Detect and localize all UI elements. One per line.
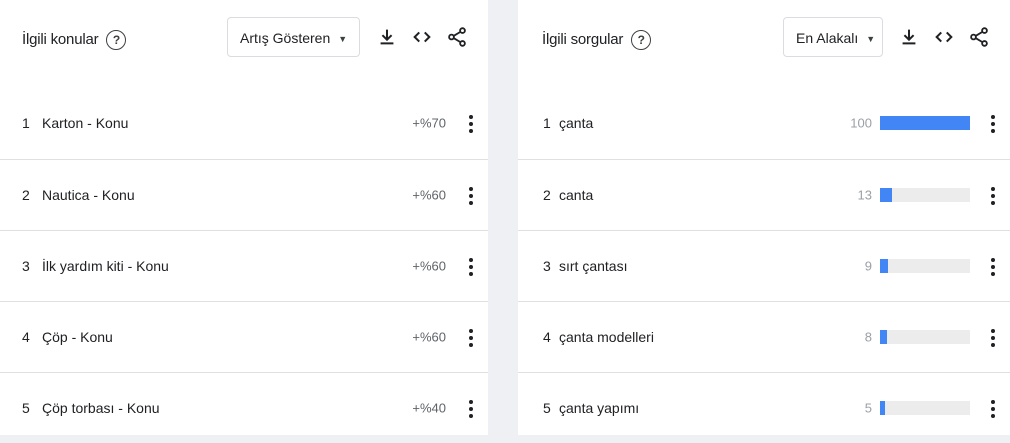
- related-topics-title-text: İlgili konular: [22, 30, 99, 48]
- list-item[interactable]: 5 çanta yapımı 5: [518, 372, 1010, 443]
- item-label[interactable]: Nautica - Konu: [42, 187, 135, 203]
- item-value: 100: [850, 115, 872, 131]
- related-topics-panel: İlgili konular? Artış Gösteren ▼ 1 Karton…: [0, 0, 488, 435]
- item-value: 5: [864, 400, 872, 416]
- item-label[interactable]: Çöp - Konu: [42, 329, 113, 345]
- embed-icon[interactable]: [933, 26, 955, 48]
- related-queries-header: İlgili sorgular? En Alakalı ▼: [518, 0, 1010, 84]
- list-item[interactable]: 5 Çöp torbası - Konu +%40: [0, 372, 488, 443]
- list-item[interactable]: 3 sırt çantası 9: [518, 230, 1010, 301]
- more-vert-icon[interactable]: [468, 113, 474, 133]
- bar-track: [880, 330, 970, 344]
- more-vert-icon[interactable]: [990, 113, 996, 133]
- help-icon[interactable]: ?: [106, 30, 127, 50]
- item-value: 13: [857, 187, 872, 203]
- item-value: 8: [864, 329, 872, 345]
- share-icon[interactable]: [446, 26, 468, 48]
- related-queries-title: İlgili sorgular?: [542, 30, 652, 50]
- bar-fill: [880, 116, 970, 130]
- more-vert-icon[interactable]: [990, 256, 996, 276]
- more-vert-icon[interactable]: [990, 398, 996, 418]
- topics-filter-dropdown[interactable]: Artış Gösteren ▼: [227, 17, 360, 57]
- item-rank: 4: [543, 329, 551, 345]
- item-label[interactable]: çanta modelleri: [559, 329, 654, 345]
- queries-filter-label: En Alakalı: [796, 30, 859, 46]
- related-queries-panel: İlgili sorgular? En Alakalı ▼ 1 çanta 100…: [518, 0, 1010, 435]
- list-item[interactable]: 2 Nautica - Konu +%60: [0, 159, 488, 230]
- item-rank: 1: [22, 115, 30, 131]
- more-vert-icon[interactable]: [990, 185, 996, 205]
- item-rank: 2: [22, 187, 30, 203]
- list-item[interactable]: 3 İlk yardım kiti - Konu +%60: [0, 230, 488, 301]
- item-rank: 1: [543, 115, 551, 131]
- bar-fill: [880, 330, 888, 344]
- more-vert-icon[interactable]: [468, 256, 474, 276]
- bar-track: [880, 188, 970, 202]
- item-rank: 4: [22, 329, 30, 345]
- list-item[interactable]: 4 çanta modelleri 8: [518, 301, 1010, 372]
- bar-track: [880, 401, 970, 415]
- help-icon[interactable]: ?: [631, 30, 652, 50]
- item-value: +%60: [412, 329, 446, 345]
- download-icon[interactable]: [376, 26, 398, 48]
- bar-track: [880, 116, 970, 130]
- item-label[interactable]: İlk yardım kiti - Konu: [42, 258, 169, 274]
- item-label[interactable]: canta: [559, 187, 593, 203]
- item-value: +%40: [412, 400, 446, 416]
- list-item[interactable]: 1 Karton - Konu +%70: [0, 88, 488, 158]
- item-label[interactable]: sırt çantası: [559, 258, 627, 274]
- embed-icon[interactable]: [411, 26, 433, 48]
- list-item[interactable]: 4 Çöp - Konu +%60: [0, 301, 488, 372]
- list-item[interactable]: 2 canta 13: [518, 159, 1010, 230]
- item-rank: 5: [22, 400, 30, 416]
- more-vert-icon[interactable]: [468, 327, 474, 347]
- bar-track: [880, 259, 970, 273]
- item-value: +%60: [412, 187, 446, 203]
- item-rank: 2: [543, 187, 551, 203]
- item-label[interactable]: çanta: [559, 115, 593, 131]
- share-icon[interactable]: [968, 26, 990, 48]
- queries-filter-dropdown[interactable]: En Alakalı ▼: [783, 17, 883, 57]
- more-vert-icon[interactable]: [990, 327, 996, 347]
- dropdown-caret-icon: ▼: [338, 34, 348, 45]
- item-rank: 3: [543, 258, 551, 274]
- item-rank: 5: [543, 400, 551, 416]
- bar-fill: [880, 401, 886, 415]
- bar-fill: [880, 188, 892, 202]
- related-topics-header: İlgili konular? Artış Gösteren ▼: [0, 0, 488, 84]
- download-icon[interactable]: [898, 26, 920, 48]
- item-rank: 3: [22, 258, 30, 274]
- dropdown-caret-icon: ▼: [866, 34, 876, 45]
- item-value: 9: [864, 258, 872, 274]
- related-queries-title-text: İlgili sorgular: [542, 30, 624, 48]
- related-topics-title: İlgili konular?: [22, 30, 127, 50]
- list-item[interactable]: 1 çanta 100: [518, 88, 1010, 158]
- item-label[interactable]: çanta yapımı: [559, 400, 639, 416]
- item-label[interactable]: Karton - Konu: [42, 115, 128, 131]
- item-value: +%60: [412, 258, 446, 274]
- item-label[interactable]: Çöp torbası - Konu: [42, 400, 160, 416]
- more-vert-icon[interactable]: [468, 398, 474, 418]
- topics-filter-label: Artış Gösteren: [240, 30, 331, 46]
- more-vert-icon[interactable]: [468, 185, 474, 205]
- item-value: +%70: [412, 115, 446, 131]
- bar-fill: [880, 259, 889, 273]
